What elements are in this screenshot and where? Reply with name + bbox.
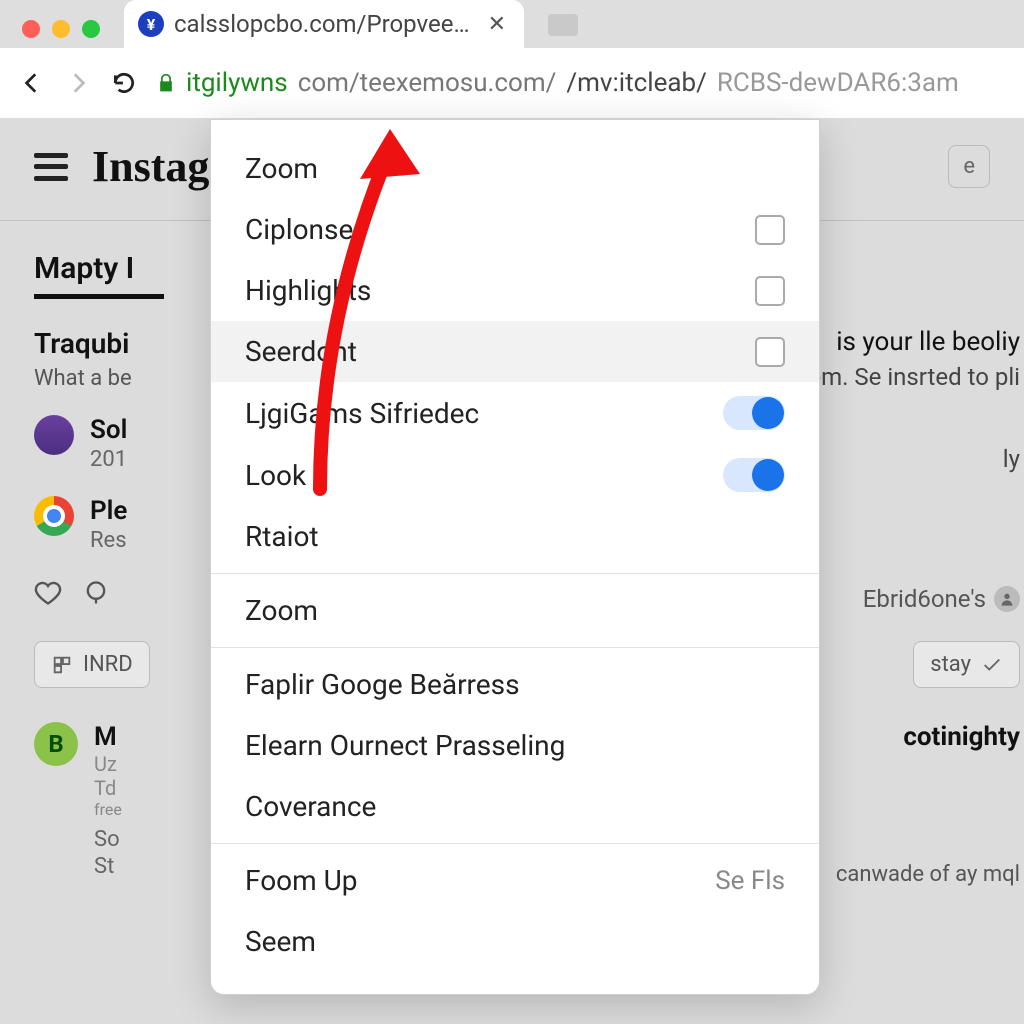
close-window-icon[interactable] <box>22 20 40 38</box>
menu-item-label: Rtaiot <box>245 520 319 553</box>
chip-label: INRD <box>83 652 133 677</box>
minimize-window-icon[interactable] <box>52 20 70 38</box>
post-meta: free <box>94 800 122 819</box>
url-part: com/teexemosu.com/ <box>298 68 557 98</box>
menu-item[interactable]: Foom Up Se Fls <box>211 850 819 911</box>
menu-item-label: Seerdont <box>245 335 357 368</box>
lock-icon <box>156 72 176 94</box>
menu-item-label: LjgiGams Sifriedec <box>245 397 479 430</box>
post-title: Ple <box>90 496 127 526</box>
menu-item-label: Faplir Googe Beărress <box>245 668 520 701</box>
menu-icon[interactable] <box>34 153 68 181</box>
browser-tab[interactable]: ¥ calsslopcbo.com/Propveers ✕ <box>124 0 524 48</box>
background-tab[interactable] <box>548 14 578 36</box>
right-text: is your lle beoliy <box>836 327 1020 357</box>
menu-item-label: Zoom <box>245 152 318 185</box>
check-icon <box>981 654 1003 676</box>
reload-button[interactable] <box>110 69 138 97</box>
back-button[interactable] <box>18 69 46 97</box>
post-meta: 201 <box>90 447 127 472</box>
dropdown-menu: Zoom Ciplonse Highlights Seerdont LjgiGams S… <box>210 119 820 995</box>
menu-item[interactable]: Look <box>211 444 819 506</box>
menu-item-label: Seem <box>245 925 316 958</box>
page-content: Instag e Mapty I Traqubi What a be is yo… <box>0 119 1024 1024</box>
menu-item[interactable]: Highlights <box>211 260 819 321</box>
menu-item-label: Zoom <box>245 594 318 627</box>
bottom-text: canwade of ay mql <box>836 862 1020 887</box>
tab-title: calsslopcbo.com/Propveers <box>174 10 474 38</box>
forward-button[interactable] <box>64 69 92 97</box>
menu-item[interactable]: Ciplonse <box>211 199 819 260</box>
menu-item-label: Highlights <box>245 274 371 307</box>
url-host: itgilywns <box>186 68 288 98</box>
menu-item[interactable]: Elearn Ournect Prasseling <box>211 715 819 776</box>
url-part: /mv:itcleab/ <box>566 68 706 98</box>
menu-item-label: Coverance <box>245 790 376 823</box>
maximize-window-icon[interactable] <box>82 20 100 38</box>
header-pill[interactable]: e <box>948 145 990 188</box>
chrome-icon[interactable] <box>34 496 74 536</box>
right-text: em. Se insrted to pli <box>808 363 1020 391</box>
like-icon[interactable] <box>34 579 62 611</box>
chip-button[interactable]: stay <box>913 641 1020 688</box>
post-text: St <box>94 854 122 879</box>
post-meta: Td <box>94 776 122 800</box>
toggle-switch[interactable] <box>723 396 785 430</box>
menu-item-label: Foom Up <box>245 864 358 897</box>
menu-item-label: Ciplonse <box>245 213 353 246</box>
comment-icon[interactable] <box>82 579 110 611</box>
right-text: ly <box>1003 445 1020 473</box>
url-part: RCBS-dewDAR6:3am <box>717 68 959 98</box>
menu-item-label: Elearn Ournect Prasseling <box>245 729 565 762</box>
checkbox[interactable] <box>755 215 785 245</box>
post-meta: Res <box>90 528 127 553</box>
chip-label: stay <box>930 652 971 677</box>
menu-item[interactable]: LjgiGams Sifriedec <box>211 382 819 444</box>
brand-logo[interactable]: Instag <box>92 141 209 192</box>
menu-item[interactable]: Seem <box>211 911 819 972</box>
menu-item[interactable]: Faplir Googe Beărress <box>211 654 819 715</box>
menu-item-label: Look <box>245 459 306 492</box>
menu-item[interactable]: Rtaiot <box>211 506 819 567</box>
tab-favicon-icon: ¥ <box>138 11 164 37</box>
post-tag: cotinighty <box>903 722 1020 752</box>
window-controls <box>16 20 106 48</box>
menu-item[interactable]: Zoom <box>211 138 819 199</box>
avatar[interactable]: B <box>34 722 78 766</box>
chip-button[interactable]: INRD <box>34 641 150 688</box>
right-badge: Ebrid6one's <box>863 585 1020 613</box>
menu-item[interactable]: Seerdont <box>211 321 819 382</box>
browser-toolbar: itgilywns com/teexemosu.com/ /mv:itcleab… <box>0 48 1024 119</box>
menu-item[interactable]: Coverance <box>211 776 819 837</box>
avatar[interactable] <box>34 415 74 455</box>
tab-close-icon[interactable]: ✕ <box>484 12 510 37</box>
menu-item[interactable]: Zoom <box>211 580 819 641</box>
address-bar[interactable]: itgilywns com/teexemosu.com/ /mv:itcleab… <box>156 62 1006 104</box>
user-icon[interactable] <box>994 586 1020 612</box>
post-meta: Uz <box>94 752 122 776</box>
checkbox[interactable] <box>755 337 785 367</box>
menu-item-shortcut: Se Fls <box>715 866 785 896</box>
post-title: Sol <box>90 415 127 445</box>
checkbox[interactable] <box>755 276 785 306</box>
post-title: M <box>94 722 122 752</box>
post-text: So <box>94 827 122 852</box>
toggle-switch[interactable] <box>723 458 785 492</box>
tab-bar: ¥ calsslopcbo.com/Propveers ✕ <box>0 0 1024 48</box>
